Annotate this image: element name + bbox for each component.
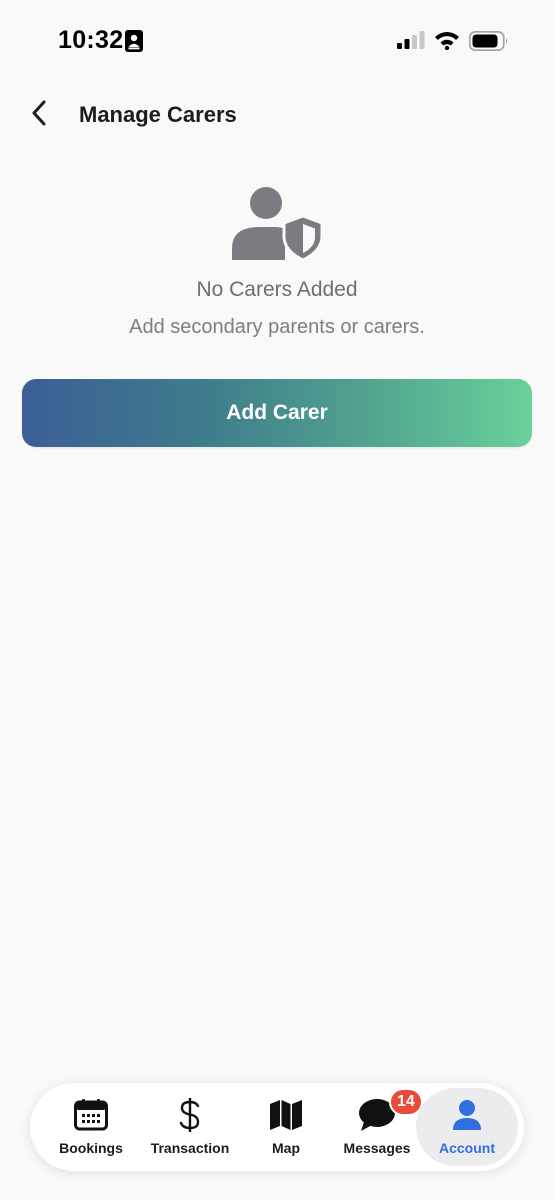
dollar-icon	[178, 1097, 202, 1138]
wifi-icon	[434, 30, 460, 55]
map-icon	[269, 1099, 303, 1136]
tab-label: Messages	[343, 1140, 411, 1156]
add-carer-button[interactable]: Add Carer	[22, 379, 532, 447]
calendar-icon	[74, 1098, 108, 1136]
person-shield-icon	[229, 186, 325, 262]
status-bar: 10:32	[0, 0, 554, 84]
battery-icon	[469, 31, 509, 56]
status-time: 10:32	[58, 26, 124, 54]
tab-account[interactable]: Account	[416, 1088, 518, 1166]
tab-messages[interactable]: 14 Messages	[336, 1088, 423, 1166]
back-button[interactable]	[20, 96, 58, 134]
empty-state-subtitle: Add secondary parents or carers.	[129, 316, 425, 338]
header: Manage Carers	[0, 90, 554, 140]
person-icon	[452, 1099, 482, 1136]
empty-state-title: No Carers Added	[196, 278, 358, 301]
tab-label: Map	[272, 1140, 300, 1156]
cellular-signal-icon	[397, 31, 425, 54]
tab-label: Account	[439, 1140, 495, 1156]
tab-label: Bookings	[59, 1140, 123, 1156]
tab-transaction[interactable]: Transaction	[142, 1088, 238, 1166]
page-title: Manage Carers	[79, 102, 237, 127]
tab-bar: Bookings Transaction Map 14 Messages Acc…	[30, 1083, 524, 1171]
chevron-left-icon	[31, 100, 47, 131]
tab-bookings[interactable]: Bookings	[50, 1088, 132, 1166]
tab-label: Transaction	[150, 1140, 230, 1156]
tab-map[interactable]: Map	[258, 1088, 314, 1166]
contact-card-icon	[125, 30, 143, 57]
